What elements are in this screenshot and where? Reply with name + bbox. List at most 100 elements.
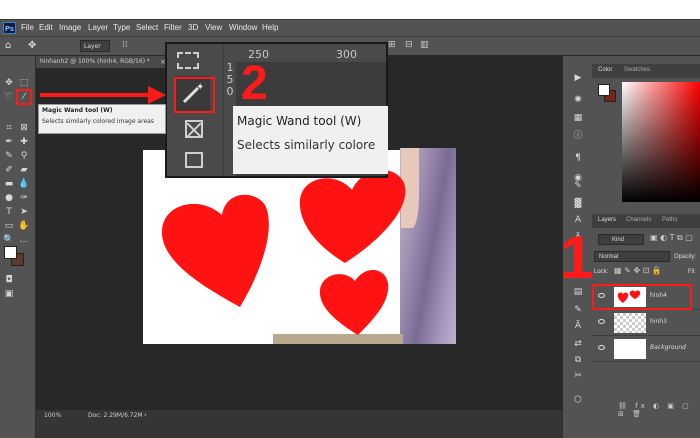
home-icon[interactable]: ⌂ <box>5 40 11 51</box>
photoshop-window: Ps File Edit Image Layer Type Select Fil… <box>0 0 700 438</box>
timeline-icon[interactable]: ⇄ <box>572 338 584 350</box>
type-icon[interactable]: T <box>3 206 15 218</box>
lock-label: Lock: <box>594 269 609 275</box>
inset-tooltip: Magic Wand tool (W) Selects similarly co… <box>233 106 388 174</box>
menu-window[interactable]: Window <box>229 23 257 32</box>
visibility-eye-icon[interactable] <box>598 319 605 324</box>
zoom-level[interactable]: 100% <box>44 412 61 419</box>
visibility-eye-icon[interactable] <box>598 345 605 350</box>
inset-marquee-icon <box>177 52 199 69</box>
sun-icon[interactable]: ✺ <box>572 94 584 106</box>
app-logo: Ps <box>3 22 16 34</box>
lock-icons[interactable]: ▦ ✎ ✥ ⊡ 🔒 <box>614 266 662 275</box>
fill-label: Fil: <box>688 269 696 275</box>
layer-name[interactable]: hinh3 <box>650 318 667 325</box>
status-bar: 100% Doc: 2.29M/6.72M › <box>36 410 562 438</box>
notes-icon[interactable]: ✎ <box>572 304 584 316</box>
inset-highlight-box <box>174 77 215 113</box>
layer-thumbnail <box>614 339 646 359</box>
path-select-icon[interactable]: ➤ <box>18 206 30 218</box>
layer-row[interactable]: Background <box>592 336 700 362</box>
layer-thumbnail <box>614 313 646 333</box>
history-brush-icon[interactable]: ✐ <box>3 164 15 176</box>
quick-mask-icon[interactable]: ◘ <box>3 274 15 286</box>
distribute-icon-2[interactable]: ⊟ <box>405 40 413 50</box>
menu-layer[interactable]: Layer <box>88 23 108 32</box>
paragraph-icon[interactable]: ¶ <box>572 152 584 164</box>
heart-top-icon <box>299 170 406 263</box>
magic-wand-highlight <box>16 89 32 105</box>
menu-view[interactable]: View <box>205 23 222 32</box>
heart-large-icon <box>161 194 269 307</box>
tools-panel: ✥ ⬚ ➰ ⁄ ⌗ ⊠ ✒ ✚ ✎ ⚲ ✐ ▰ ▬ 💧 ● ✑ T ➤ ▭ ✋ … <box>0 56 36 438</box>
color-fg-swatch[interactable] <box>598 84 610 96</box>
marquee-icon[interactable]: ⬚ <box>18 77 30 89</box>
healing-icon[interactable]: ✚ <box>18 136 30 148</box>
zoom-inset: ✦ 250 300 1 5 0 Magic Wand tool (W) Sele… <box>165 42 388 178</box>
tools-icon[interactable]: ✂ <box>572 370 584 382</box>
crop-icon[interactable]: ⌗ <box>3 122 15 134</box>
frame-icon[interactable]: ⊠ <box>18 122 30 134</box>
menu-file[interactable]: File <box>21 23 34 32</box>
shape-icon[interactable]: ▭ <box>3 220 15 232</box>
dodge-icon[interactable]: ● <box>3 192 15 204</box>
styles-icon[interactable]: ⧉ <box>572 354 584 366</box>
distribute-icon-3[interactable]: ▥ <box>420 40 429 50</box>
color-picker-field[interactable] <box>622 82 700 202</box>
layer-filter-select[interactable]: Kind <box>598 234 644 245</box>
type-panel-icon[interactable]: Ā <box>572 320 584 332</box>
move-tool-icon[interactable]: ✥ <box>28 40 36 51</box>
layer-row[interactable]: hinh3 <box>592 310 700 336</box>
menu-help[interactable]: Help <box>262 23 278 32</box>
move-icon[interactable]: ✥ <box>3 77 15 89</box>
layers-panel-tabs: Layers Channels Paths <box>592 214 700 228</box>
layer-name[interactable]: Background <box>650 344 686 351</box>
eraser-icon[interactable]: ▰ <box>18 164 30 176</box>
info-icon[interactable]: ⓘ <box>572 130 584 142</box>
tooltip-description: Selects similarly colored image areas <box>42 118 154 125</box>
close-tab-icon[interactable]: × <box>160 58 166 66</box>
filter-pixel-icon[interactable]: ▣ ◐ T ⧉ ▢ <box>650 233 693 243</box>
layer-highlight-box <box>592 284 692 310</box>
layers-footer-icons[interactable]: ⛓ fx ◐ ▣ ▢ ⊞ 🗑 <box>592 402 700 418</box>
status-menu-icon[interactable]: › <box>144 411 147 419</box>
sample-select[interactable]: Layer <box>80 40 110 52</box>
document-tab[interactable]: hinhanh2 @ 100% (hinh4, RGB/16) * <box>36 56 166 68</box>
play-icon[interactable]: ▶ <box>572 72 584 84</box>
ruler-mark-300: 300 <box>336 48 357 61</box>
menu-3d[interactable]: 3D <box>188 23 198 32</box>
tab-paths[interactable]: Paths <box>662 217 677 223</box>
brush-settings-icon[interactable]: ▓ <box>572 198 584 210</box>
brush-icon[interactable]: ✎ <box>3 150 15 162</box>
menu-edit[interactable]: Edit <box>39 23 53 32</box>
cube-icon[interactable]: ⬡ <box>572 394 584 406</box>
red-arrow-icon <box>40 86 166 104</box>
levels-icon[interactable]: ▦ <box>572 112 584 124</box>
menu-select[interactable]: Select <box>136 23 158 32</box>
stamp-icon[interactable]: ⚲ <box>18 150 30 162</box>
blend-mode-select[interactable]: Normal <box>594 251 670 262</box>
lasso-icon[interactable]: ➰ <box>3 91 15 103</box>
hand-icon[interactable]: ✋ <box>18 220 30 232</box>
menu-type[interactable]: Type <box>113 23 130 32</box>
menu-filter[interactable]: Filter <box>164 23 182 32</box>
gradient-icon[interactable]: ▬ <box>3 178 15 190</box>
screen-mode-icon[interactable]: ▣ <box>3 288 15 300</box>
tab-channels[interactable]: Channels <box>626 217 651 223</box>
align-icon[interactable]: ⁞⁞ <box>122 40 128 50</box>
tab-color[interactable]: Color <box>598 67 612 73</box>
foreground-color-swatch[interactable] <box>4 246 17 259</box>
brush-panel-icon[interactable]: ✎ <box>572 180 584 192</box>
distribute-icon[interactable]: ⊞ <box>388 40 396 50</box>
more-tools-icon[interactable]: … <box>18 234 30 246</box>
tab-swatches[interactable]: Swatches <box>624 67 650 73</box>
pen-icon[interactable]: ✑ <box>18 192 30 204</box>
blend-mode-value: Normal <box>599 254 619 260</box>
right-panels: Color Swatches Layers Channels Paths Kin… <box>592 56 700 438</box>
zoom-icon[interactable]: 🔍 <box>3 234 15 246</box>
step-1-label: 1 <box>560 224 594 291</box>
eyedropper-icon[interactable]: ✒ <box>3 136 15 148</box>
tab-layers[interactable]: Layers <box>598 217 616 223</box>
menu-image[interactable]: Image <box>59 23 81 32</box>
blur-icon[interactable]: 💧 <box>18 178 30 190</box>
